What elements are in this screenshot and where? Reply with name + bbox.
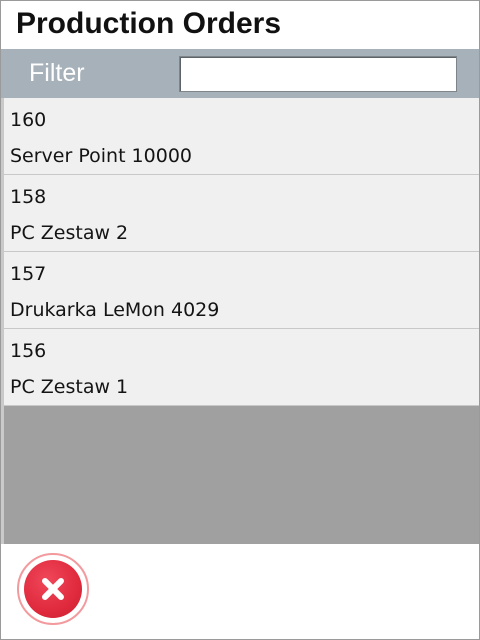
orders-list: 160 Server Point 10000 158 PC Zestaw 2 1… [1,98,479,544]
order-name: Drukarka LeMon 4029 [10,299,220,321]
bottom-bar [1,544,479,639]
list-item[interactable]: 157 Drukarka LeMon 4029 [4,252,479,329]
filter-input[interactable] [179,56,457,92]
filter-label: Filter [29,59,85,87]
filter-bar: Filter [1,49,479,98]
close-button[interactable] [17,553,89,625]
order-name: PC Zestaw 2 [10,222,129,244]
list-item[interactable]: 158 PC Zestaw 2 [4,175,479,252]
order-number: 158 [10,186,47,208]
order-number: 156 [10,340,47,362]
order-name: PC Zestaw 1 [10,376,129,398]
list-item[interactable]: 156 PC Zestaw 1 [4,329,479,406]
page-title: Production Orders [16,7,282,40]
app-window: Production Orders Filter 160 Server Poin… [0,0,480,640]
order-number: 160 [10,109,47,131]
order-number: 157 [10,263,47,285]
order-name: Server Point 10000 [10,145,193,167]
close-icon [24,560,82,618]
list-item[interactable]: 160 Server Point 10000 [4,98,479,175]
